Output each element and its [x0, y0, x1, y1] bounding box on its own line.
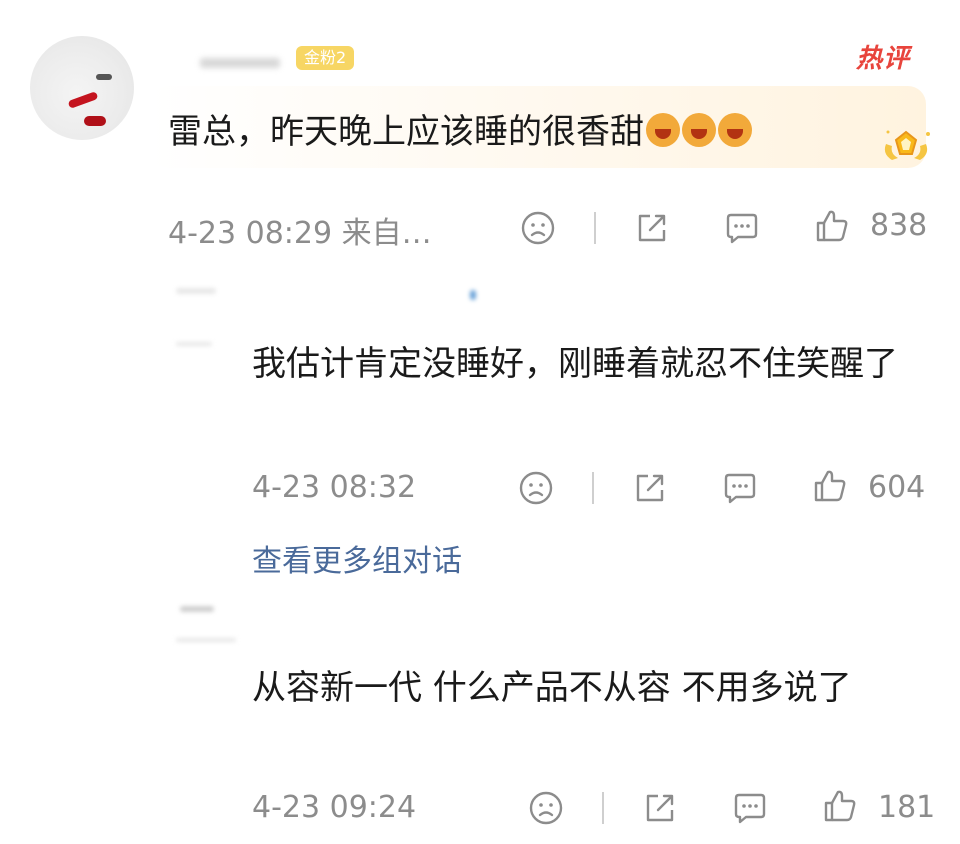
sad-face-icon[interactable] [518, 470, 554, 506]
thumbs-up-icon[interactable] [812, 468, 848, 504]
divider [592, 472, 594, 504]
reply-time: 4-23 08:32 [252, 470, 417, 505]
reply-decoration [176, 342, 212, 346]
share-icon[interactable] [632, 470, 668, 506]
divider [602, 792, 604, 824]
reply-decoration [176, 638, 236, 642]
like-count: 604 [868, 470, 926, 505]
comment-meta: 4-23 08:29 来自… [168, 216, 432, 251]
laughing-emoji-icon [646, 113, 680, 147]
sad-face-icon[interactable] [528, 790, 564, 826]
reply-username[interactable] [176, 288, 216, 294]
like-count: 181 [878, 790, 936, 825]
thumbs-up-icon[interactable] [814, 208, 850, 244]
view-more-conversations-link[interactable]: 查看更多组对话 [252, 536, 462, 580]
reply-time: 4-23 09:24 [252, 790, 417, 825]
laughing-emoji-icon [682, 113, 716, 147]
user-avatar[interactable] [30, 36, 134, 140]
reply-text[interactable]: 从容新一代 什么产品不从容 不用多说了 [252, 662, 932, 714]
comment-text[interactable]: 雷总，昨天晚上应该睡的很香甜 [168, 104, 752, 153]
comment-icon[interactable] [722, 470, 758, 506]
sad-face-icon[interactable] [520, 210, 556, 246]
reply-user-badge [470, 290, 476, 300]
share-icon[interactable] [634, 210, 670, 246]
thumbs-up-icon[interactable] [822, 788, 858, 824]
reply-username[interactable] [180, 606, 214, 612]
reply-text[interactable]: 我估计肯定没睡好，刚睡着就忍不住笑醒了 [252, 338, 912, 390]
medal-icon [884, 130, 930, 160]
comment-icon[interactable] [724, 210, 760, 246]
like-count: 838 [870, 208, 928, 243]
fan-level-badge: 金粉2 [296, 46, 355, 70]
comment-icon[interactable] [732, 790, 768, 826]
laughing-emoji-icon [718, 113, 752, 147]
divider [594, 212, 596, 244]
hot-comment-badge: 热评 [856, 44, 911, 74]
share-icon[interactable] [642, 790, 678, 826]
username[interactable] [200, 58, 280, 68]
